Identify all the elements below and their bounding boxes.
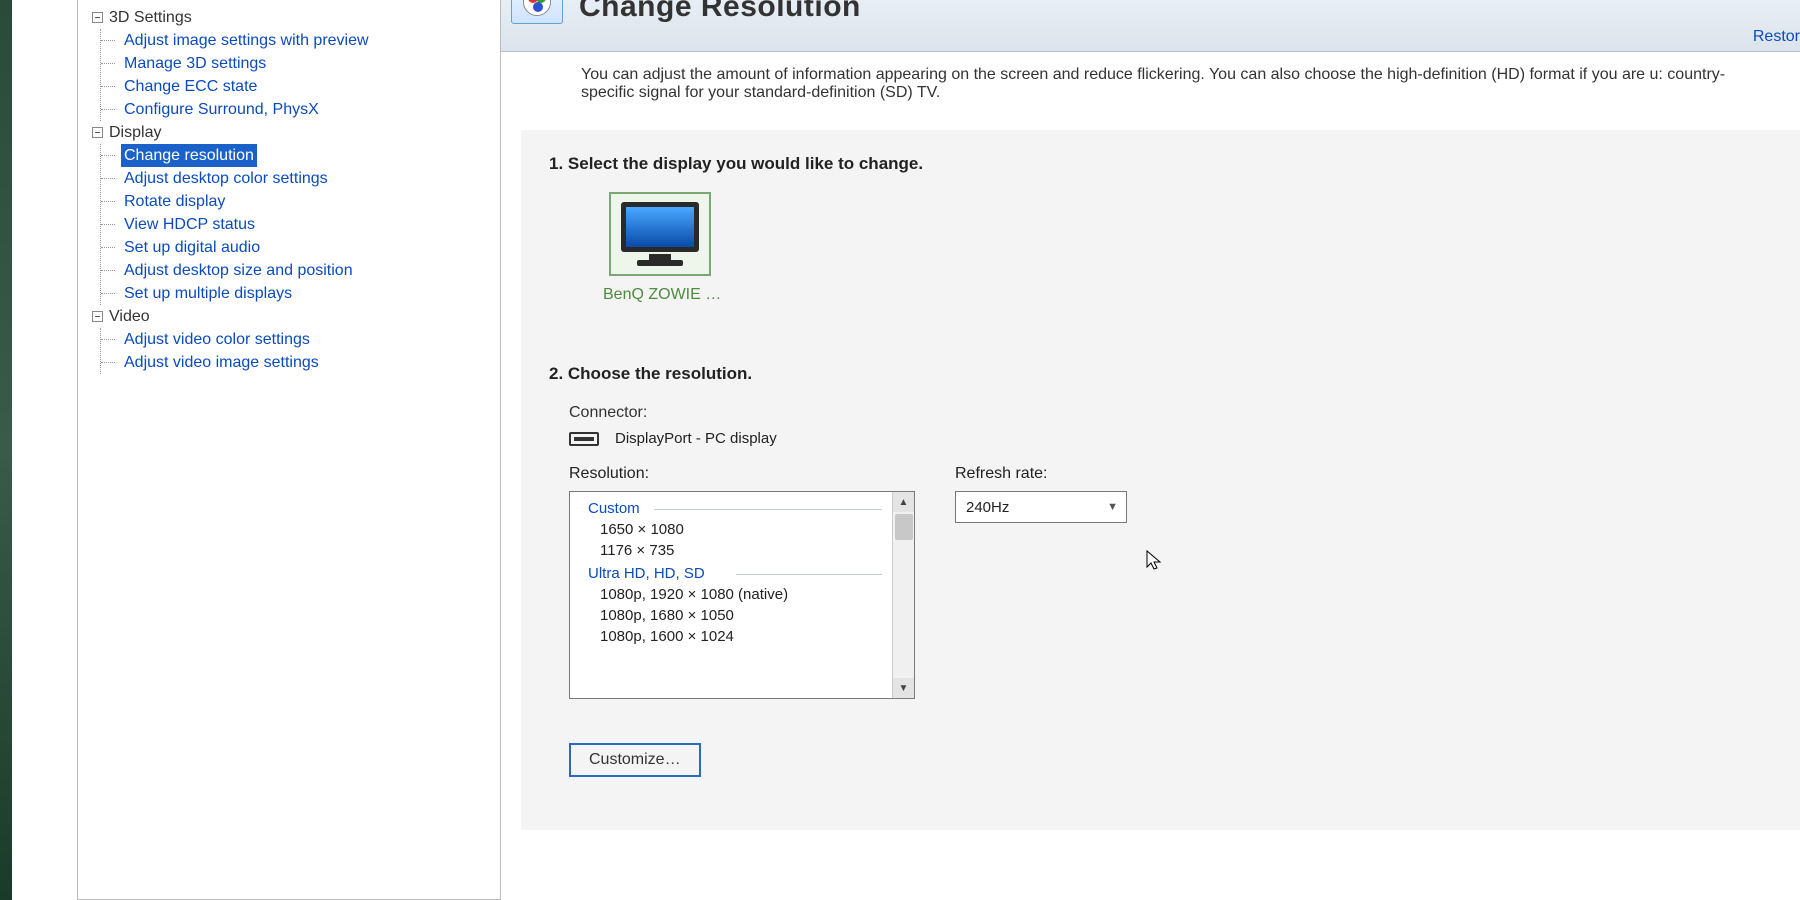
group-hd: Ultra HD, HD, SD [570, 561, 892, 584]
monitor-tile[interactable] [609, 192, 711, 276]
connector-label: Connector: [569, 404, 1800, 422]
tree-section-display[interactable]: Display Change resolution Adjust desktop… [82, 121, 496, 305]
tree-label: Video [109, 305, 150, 328]
monitor-label: BenQ ZOWIE … [603, 286, 721, 304]
tree-section-video[interactable]: Video Adjust video color settings Adjust… [82, 305, 496, 374]
page-title: Change Resolution [579, 0, 861, 24]
intro-text: You can adjust the amount of information… [501, 52, 1761, 102]
resolution-item[interactable]: 1080p, 1920 × 1080 (native) [570, 584, 892, 605]
displayport-icon [569, 432, 599, 446]
resolution-item[interactable]: 1080p, 1680 × 1050 [570, 605, 892, 626]
tree-section-3d[interactable]: 3D Settings Adjust image settings with p… [82, 6, 496, 121]
settings-block: 1. Select the display you would like to … [521, 130, 1800, 830]
scroll-down-icon[interactable]: ▼ [893, 678, 914, 698]
scrollbar[interactable]: ▲ ▼ [892, 492, 914, 698]
resolution-icon [509, 0, 567, 30]
collapse-icon[interactable] [92, 311, 103, 322]
tree-item-video-image[interactable]: Adjust video image settings [101, 351, 496, 374]
resolution-label: Resolution: [569, 465, 915, 483]
step2-title: 2. Choose the resolution. [549, 364, 1800, 384]
tree-item-multiple-displays[interactable]: Set up multiple displays [101, 282, 496, 305]
tree-item-surround[interactable]: Configure Surround, PhysX [101, 98, 496, 121]
monitor-icon [615, 198, 705, 270]
refresh-value: 240Hz [966, 499, 1009, 516]
chevron-down-icon: ▼ [1107, 501, 1118, 513]
tree-item-change-resolution[interactable]: Change resolution [101, 144, 496, 167]
step1-title: 1. Select the display you would like to … [549, 154, 1800, 174]
resolution-item[interactable]: 1080p, 1600 × 1024 [570, 626, 892, 647]
refresh-rate-dropdown[interactable]: 240Hz ▼ [955, 491, 1127, 523]
collapse-icon[interactable] [92, 12, 103, 23]
collapse-icon[interactable] [92, 127, 103, 138]
customize-button[interactable]: Customize… [569, 743, 701, 777]
tree-item-rotate[interactable]: Rotate display [101, 190, 496, 213]
tree-label: 3D Settings [109, 6, 192, 29]
tree-label: Display [109, 121, 161, 144]
scroll-up-icon[interactable]: ▲ [893, 492, 914, 512]
tree-item-digital-audio[interactable]: Set up digital audio [101, 236, 496, 259]
resolution-listbox[interactable]: Custom 1650 × 1080 1176 × 735 Ultra HD, … [569, 491, 915, 699]
page-header: Change Resolution Restor [501, 0, 1800, 52]
tree-item-color-settings[interactable]: Adjust desktop color settings [101, 167, 496, 190]
tree-item-adjust-image[interactable]: Adjust image settings with preview [101, 29, 496, 52]
group-custom: Custom [570, 496, 892, 519]
scroll-thumb[interactable] [895, 514, 913, 540]
settings-tree: 3D Settings Adjust image settings with p… [77, 0, 501, 900]
tree-item-manage-3d[interactable]: Manage 3D settings [101, 52, 496, 75]
tree-item-video-color[interactable]: Adjust video color settings [101, 328, 496, 351]
resolution-item[interactable]: 1650 × 1080 [570, 519, 892, 540]
tree-item-size-position[interactable]: Adjust desktop size and position [101, 259, 496, 282]
resolution-item[interactable]: 1176 × 735 [570, 540, 892, 561]
tree-item-hdcp[interactable]: View HDCP status [101, 213, 496, 236]
tree-item-ecc[interactable]: Change ECC state [101, 75, 496, 98]
refresh-label: Refresh rate: [955, 465, 1127, 483]
restore-defaults-link[interactable]: Restor [1753, 28, 1800, 46]
main-content: Change Resolution Restor You can adjust … [501, 0, 1800, 900]
connector-value: DisplayPort - PC display [615, 430, 777, 447]
